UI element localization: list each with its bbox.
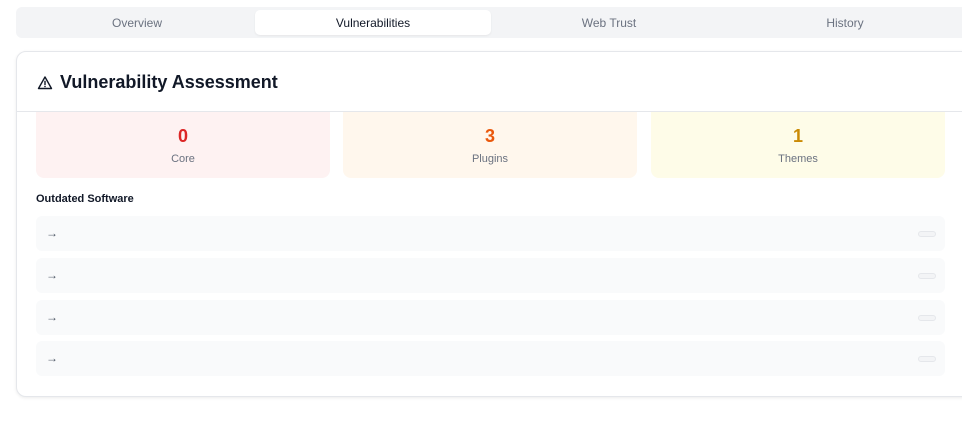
arrow-right-icon: → bbox=[46, 268, 58, 282]
version-badge bbox=[918, 315, 936, 321]
stat-plugins-value: 3 bbox=[484, 126, 495, 146]
card-header: Vulnerability Assessment bbox=[17, 52, 962, 112]
stat-core-value: 0 bbox=[177, 126, 188, 146]
arrow-right-icon: → bbox=[46, 226, 58, 240]
stat-themes-value: 1 bbox=[792, 126, 803, 146]
stat-plugins: 3 Plugins bbox=[343, 112, 637, 178]
tab-overview[interactable]: Overview bbox=[19, 10, 255, 35]
stat-themes-label: Themes bbox=[778, 153, 818, 165]
card-title-text: Vulnerability Assessment bbox=[60, 72, 278, 92]
stat-plugins-label: Plugins bbox=[471, 153, 509, 165]
card-title: Vulnerability Assessment bbox=[37, 72, 278, 93]
stat-themes: 1 Themes bbox=[651, 112, 945, 178]
version-badge bbox=[918, 273, 936, 279]
version-badge bbox=[918, 231, 936, 237]
outdated-item[interactable]: → bbox=[36, 216, 945, 251]
outdated-item[interactable]: → bbox=[36, 258, 945, 293]
tab-bar: Overview Vulnerabilities Web Trust Histo… bbox=[16, 7, 962, 38]
stat-core-label: Core bbox=[171, 153, 195, 165]
stat-core: 0 Core bbox=[36, 112, 330, 178]
vulnerability-card: Vulnerability Assessment 0 Core 3 Plugin… bbox=[16, 51, 962, 397]
tab-history[interactable]: History bbox=[727, 10, 962, 35]
outdated-software-heading: Outdated Software bbox=[36, 193, 134, 205]
tab-vulnerabilities[interactable]: Vulnerabilities bbox=[255, 10, 491, 35]
outdated-item[interactable]: → bbox=[36, 300, 945, 335]
arrow-right-icon: → bbox=[46, 310, 58, 324]
version-badge bbox=[918, 356, 936, 362]
outdated-item[interactable]: → bbox=[36, 341, 945, 376]
tab-web-trust[interactable]: Web Trust bbox=[491, 10, 727, 35]
warning-triangle-icon bbox=[37, 75, 53, 91]
arrow-right-icon: → bbox=[46, 351, 58, 365]
